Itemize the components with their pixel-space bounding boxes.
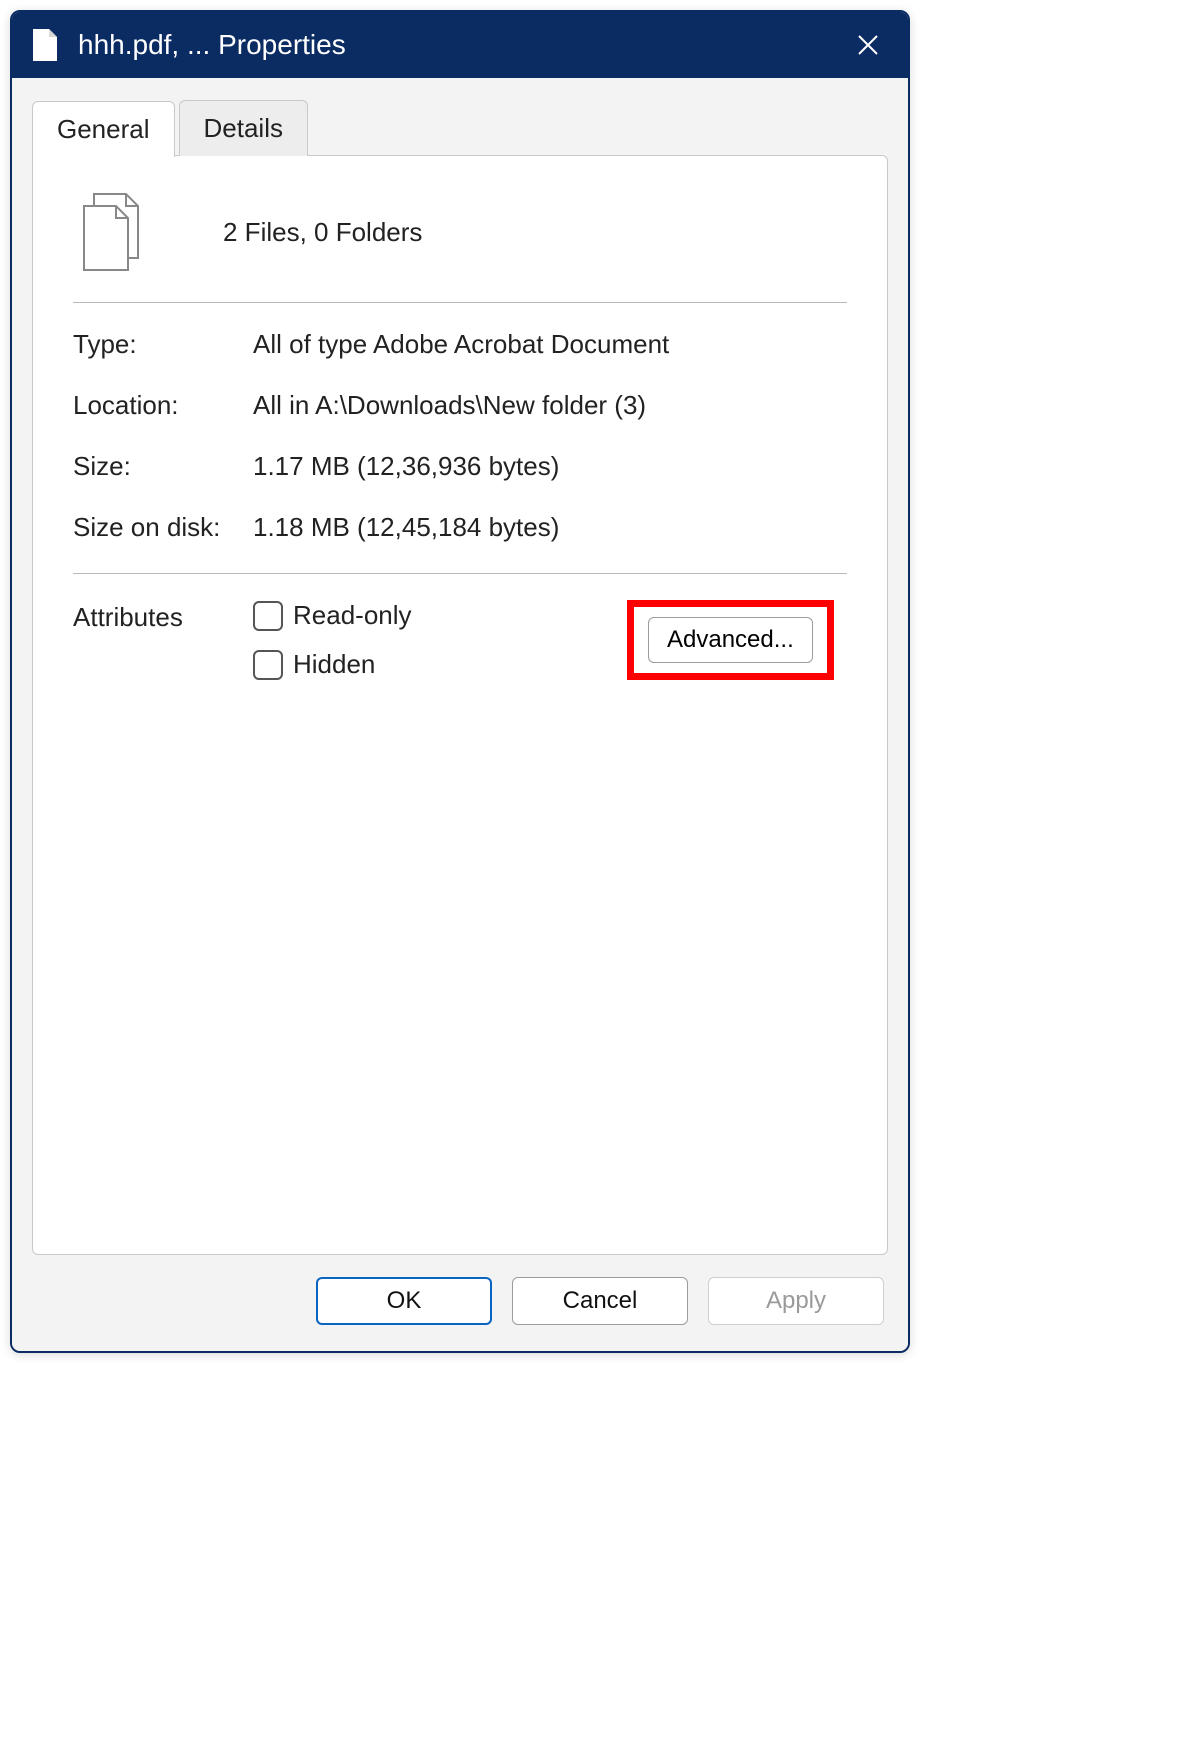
apply-button: Apply [708, 1277, 884, 1325]
file-icon [30, 28, 58, 62]
tab-strip: General Details [32, 100, 888, 156]
summary-row: 2 Files, 0 Folders [73, 186, 847, 302]
readonly-checkbox[interactable] [253, 601, 283, 631]
advanced-button[interactable]: Advanced... [648, 617, 813, 663]
tab-general[interactable]: General [32, 101, 175, 157]
advanced-highlight: Advanced... [627, 600, 847, 680]
attribute-checkboxes: Read-only Hidden [253, 600, 627, 680]
dialog-body: General Details 2 Files, 0 Folders Type: [12, 78, 908, 1255]
size-on-disk-label: Size on disk: [73, 512, 253, 543]
location-value: All in A:\Downloads\New folder (3) [253, 390, 847, 421]
size-label: Size: [73, 451, 253, 482]
attributes-section: Attributes Read-only Hidden Advanced... [73, 600, 847, 680]
hidden-label: Hidden [293, 649, 375, 680]
divider [73, 573, 847, 574]
hidden-checkbox[interactable] [253, 650, 283, 680]
size-value: 1.17 MB (12,36,936 bytes) [253, 451, 847, 482]
type-value: All of type Adobe Acrobat Document [253, 329, 847, 360]
multiple-files-icon [73, 192, 153, 272]
dialog-button-bar: OK Cancel Apply [12, 1255, 908, 1351]
hidden-checkbox-row[interactable]: Hidden [253, 649, 627, 680]
cancel-button[interactable]: Cancel [512, 1277, 688, 1325]
properties-dialog: hhh.pdf, ... Properties General Details [10, 10, 910, 1353]
close-button[interactable] [850, 27, 886, 63]
property-grid: Type: All of type Adobe Acrobat Document… [73, 329, 847, 543]
window-title: hhh.pdf, ... Properties [78, 29, 346, 61]
location-label: Location: [73, 390, 253, 421]
tab-details[interactable]: Details [179, 100, 308, 156]
divider [73, 302, 847, 303]
readonly-label: Read-only [293, 600, 412, 631]
size-on-disk-value: 1.18 MB (12,45,184 bytes) [253, 512, 847, 543]
ok-button[interactable]: OK [316, 1277, 492, 1325]
advanced-highlight-box: Advanced... [627, 600, 834, 680]
summary-text: 2 Files, 0 Folders [223, 217, 422, 248]
tab-panel-general: 2 Files, 0 Folders Type: All of type Ado… [32, 155, 888, 1255]
attributes-label: Attributes [73, 600, 253, 633]
type-label: Type: [73, 329, 253, 360]
titlebar: hhh.pdf, ... Properties [12, 12, 908, 78]
readonly-checkbox-row[interactable]: Read-only [253, 600, 627, 631]
